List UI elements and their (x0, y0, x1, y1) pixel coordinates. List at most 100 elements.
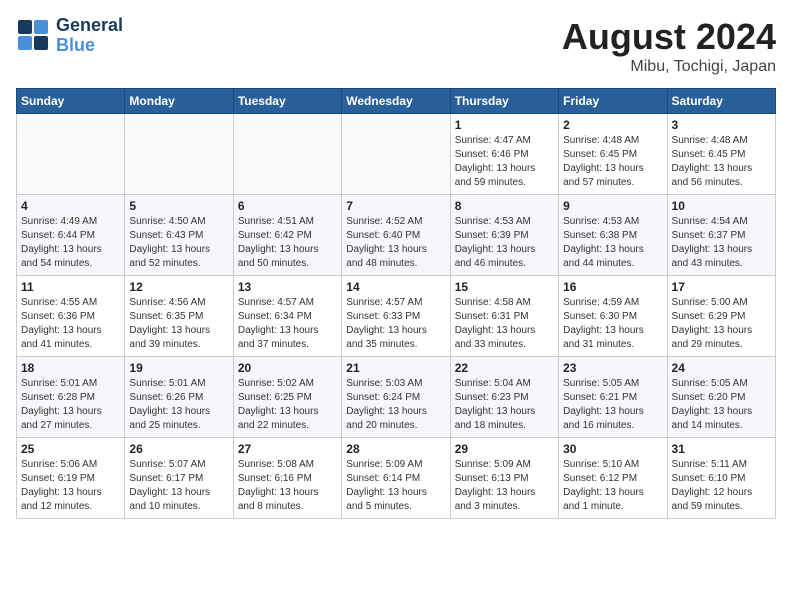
day-info: Sunrise: 4:54 AM Sunset: 6:37 PM Dayligh… (672, 215, 771, 271)
day-number: 1 (455, 118, 554, 132)
day-number: 28 (346, 442, 445, 456)
day-number: 30 (563, 442, 662, 456)
day-number: 20 (238, 361, 337, 375)
calendar-subtitle: Mibu, Tochigi, Japan (562, 58, 776, 76)
day-number: 6 (238, 199, 337, 213)
calendar-cell: 31 Sunrise: 5:11 AM Sunset: 6:10 PM Dayli… (667, 438, 775, 519)
title-block: August 2024 Mibu, Tochigi, Japan (562, 16, 776, 76)
calendar-cell: 19 Sunrise: 5:01 AM Sunset: 6:26 PM Dayli… (125, 357, 233, 438)
calendar-title: August 2024 (562, 16, 776, 58)
day-info: Sunrise: 5:08 AM Sunset: 6:16 PM Dayligh… (238, 458, 337, 514)
calendar-cell: 4Sunrise: 4:49 AM Sunset: 6:44 PM Daylig… (17, 195, 125, 276)
day-number: 27 (238, 442, 337, 456)
header-wednesday: Wednesday (342, 89, 450, 114)
calendar-cell: 27 Sunrise: 5:08 AM Sunset: 6:16 PM Dayli… (233, 438, 341, 519)
calendar-cell: 3 Sunrise: 4:48 AM Sunset: 6:45 PM Daylig… (667, 114, 775, 195)
header-friday: Friday (559, 89, 667, 114)
calendar-cell: 2 Sunrise: 4:48 AM Sunset: 6:45 PM Daylig… (559, 114, 667, 195)
logo: General Blue (16, 16, 123, 56)
calendar-cell: 5 Sunrise: 4:50 AM Sunset: 6:43 PM Daylig… (125, 195, 233, 276)
day-number: 10 (672, 199, 771, 213)
calendar-cell: 10 Sunrise: 4:54 AM Sunset: 6:37 PM Dayli… (667, 195, 775, 276)
day-number: 18 (21, 361, 120, 375)
day-info: Sunrise: 5:05 AM Sunset: 6:21 PM Dayligh… (563, 377, 662, 433)
day-number: 17 (672, 280, 771, 294)
calendar-cell: 11Sunrise: 4:55 AM Sunset: 6:36 PM Dayli… (17, 276, 125, 357)
day-number: 19 (129, 361, 228, 375)
day-info: Sunrise: 4:53 AM Sunset: 6:38 PM Dayligh… (563, 215, 662, 271)
day-number: 23 (563, 361, 662, 375)
page-header: General Blue August 2024 Mibu, Tochigi, … (16, 16, 776, 76)
day-info: Sunrise: 4:50 AM Sunset: 6:43 PM Dayligh… (129, 215, 228, 271)
day-number: 24 (672, 361, 771, 375)
header-sunday: Sunday (17, 89, 125, 114)
day-number: 25 (21, 442, 120, 456)
day-info: Sunrise: 4:51 AM Sunset: 6:42 PM Dayligh… (238, 215, 337, 271)
day-info: Sunrise: 4:49 AM Sunset: 6:44 PM Dayligh… (21, 215, 120, 271)
calendar-cell (17, 114, 125, 195)
calendar-cell: 1Sunrise: 4:47 AM Sunset: 6:46 PM Daylig… (450, 114, 558, 195)
day-info: Sunrise: 4:52 AM Sunset: 6:40 PM Dayligh… (346, 215, 445, 271)
calendar-cell: 14 Sunrise: 4:57 AM Sunset: 6:33 PM Dayli… (342, 276, 450, 357)
calendar-week-2: 11Sunrise: 4:55 AM Sunset: 6:36 PM Dayli… (17, 276, 776, 357)
day-info: Sunrise: 5:01 AM Sunset: 6:28 PM Dayligh… (21, 377, 120, 433)
day-number: 12 (129, 280, 228, 294)
day-info: Sunrise: 4:56 AM Sunset: 6:35 PM Dayligh… (129, 296, 228, 352)
calendar-cell: 30 Sunrise: 5:10 AM Sunset: 6:12 PM Dayli… (559, 438, 667, 519)
calendar-cell: 29Sunrise: 5:09 AM Sunset: 6:13 PM Dayli… (450, 438, 558, 519)
day-info: Sunrise: 4:57 AM Sunset: 6:33 PM Dayligh… (346, 296, 445, 352)
day-number: 16 (563, 280, 662, 294)
calendar-cell: 17 Sunrise: 5:00 AM Sunset: 6:29 PM Dayli… (667, 276, 775, 357)
day-info: Sunrise: 4:48 AM Sunset: 6:45 PM Dayligh… (672, 134, 771, 190)
calendar-cell: 12 Sunrise: 4:56 AM Sunset: 6:35 PM Dayli… (125, 276, 233, 357)
day-info: Sunrise: 4:59 AM Sunset: 6:30 PM Dayligh… (563, 296, 662, 352)
header-tuesday: Tuesday (233, 89, 341, 114)
day-info: Sunrise: 5:09 AM Sunset: 6:14 PM Dayligh… (346, 458, 445, 514)
calendar-week-0: 1Sunrise: 4:47 AM Sunset: 6:46 PM Daylig… (17, 114, 776, 195)
calendar-week-3: 18 Sunrise: 5:01 AM Sunset: 6:28 PM Dayli… (17, 357, 776, 438)
calendar-cell: 9 Sunrise: 4:53 AM Sunset: 6:38 PM Daylig… (559, 195, 667, 276)
calendar-cell (233, 114, 341, 195)
day-info: Sunrise: 5:02 AM Sunset: 6:25 PM Dayligh… (238, 377, 337, 433)
calendar-cell: 13 Sunrise: 4:57 AM Sunset: 6:34 PM Dayli… (233, 276, 341, 357)
day-info: Sunrise: 5:04 AM Sunset: 6:23 PM Dayligh… (455, 377, 554, 433)
day-info: Sunrise: 5:10 AM Sunset: 6:12 PM Dayligh… (563, 458, 662, 514)
day-info: Sunrise: 4:58 AM Sunset: 6:31 PM Dayligh… (455, 296, 554, 352)
day-info: Sunrise: 5:03 AM Sunset: 6:24 PM Dayligh… (346, 377, 445, 433)
calendar-cell: 16 Sunrise: 4:59 AM Sunset: 6:30 PM Dayli… (559, 276, 667, 357)
calendar-cell: 20 Sunrise: 5:02 AM Sunset: 6:25 PM Dayli… (233, 357, 341, 438)
calendar-cell (342, 114, 450, 195)
day-info: Sunrise: 5:09 AM Sunset: 6:13 PM Dayligh… (455, 458, 554, 514)
day-number: 31 (672, 442, 771, 456)
day-number: 8 (455, 199, 554, 213)
day-info: Sunrise: 5:05 AM Sunset: 6:20 PM Dayligh… (672, 377, 771, 433)
day-number: 21 (346, 361, 445, 375)
day-number: 13 (238, 280, 337, 294)
day-number: 5 (129, 199, 228, 213)
day-number: 2 (563, 118, 662, 132)
day-number: 7 (346, 199, 445, 213)
calendar-week-4: 25Sunrise: 5:06 AM Sunset: 6:19 PM Dayli… (17, 438, 776, 519)
header-saturday: Saturday (667, 89, 775, 114)
calendar-cell (125, 114, 233, 195)
day-number: 15 (455, 280, 554, 294)
day-info: Sunrise: 5:11 AM Sunset: 6:10 PM Dayligh… (672, 458, 771, 514)
day-number: 9 (563, 199, 662, 213)
logo-blue: Blue (56, 36, 123, 56)
day-number: 3 (672, 118, 771, 132)
day-info: Sunrise: 5:07 AM Sunset: 6:17 PM Dayligh… (129, 458, 228, 514)
day-info: Sunrise: 4:48 AM Sunset: 6:45 PM Dayligh… (563, 134, 662, 190)
day-number: 26 (129, 442, 228, 456)
day-info: Sunrise: 4:57 AM Sunset: 6:34 PM Dayligh… (238, 296, 337, 352)
day-number: 14 (346, 280, 445, 294)
calendar-cell: 23 Sunrise: 5:05 AM Sunset: 6:21 PM Dayli… (559, 357, 667, 438)
day-number: 22 (455, 361, 554, 375)
day-info: Sunrise: 5:00 AM Sunset: 6:29 PM Dayligh… (672, 296, 771, 352)
calendar-week-1: 4Sunrise: 4:49 AM Sunset: 6:44 PM Daylig… (17, 195, 776, 276)
day-info: Sunrise: 5:01 AM Sunset: 6:26 PM Dayligh… (129, 377, 228, 433)
calendar-cell: 15 Sunrise: 4:58 AM Sunset: 6:31 PM Dayli… (450, 276, 558, 357)
calendar-cell: 22 Sunrise: 5:04 AM Sunset: 6:23 PM Dayli… (450, 357, 558, 438)
calendar-header-row: SundayMondayTuesdayWednesdayThursdayFrid… (17, 89, 776, 114)
header-monday: Monday (125, 89, 233, 114)
calendar-cell: 7 Sunrise: 4:52 AM Sunset: 6:40 PM Daylig… (342, 195, 450, 276)
